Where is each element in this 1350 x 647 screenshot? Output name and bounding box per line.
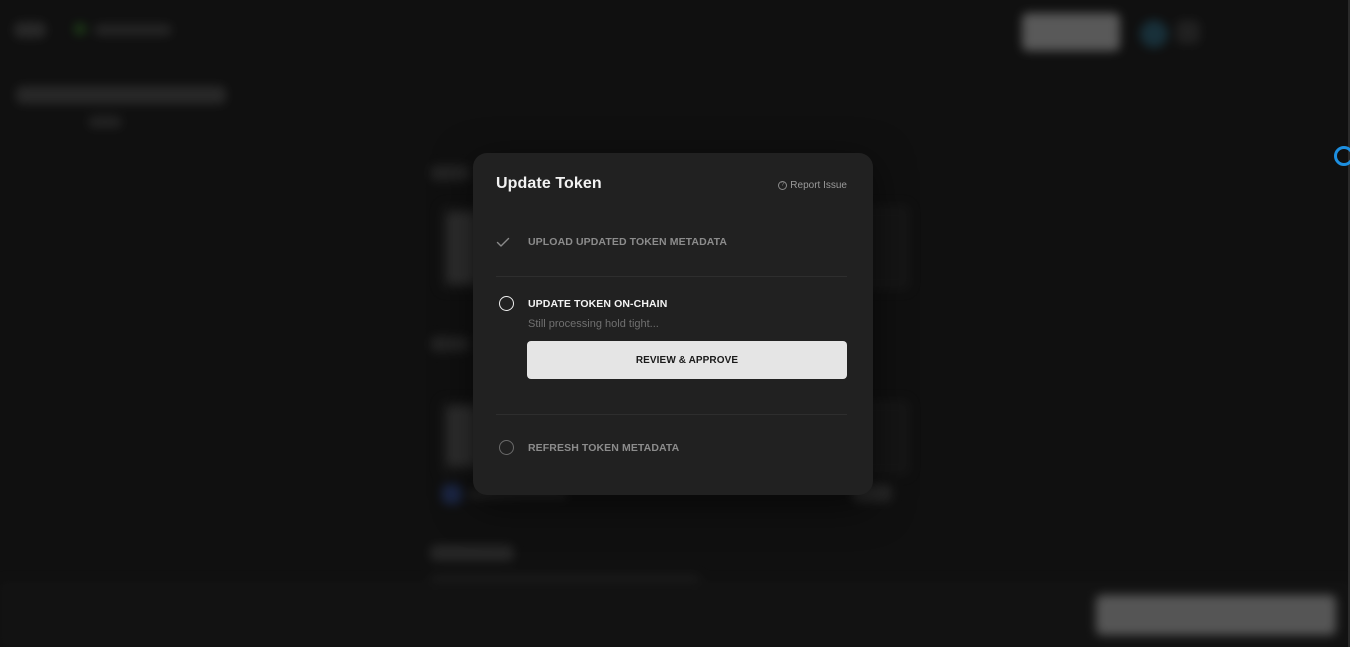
step-update-onchain: UPDATE TOKEN ON-CHAIN Still processing h… (496, 296, 847, 379)
modal-header: Update Token ? Report Issue (496, 175, 847, 193)
app-page: Update Token ? Report Issue UPLOAD UPDAT… (0, 0, 1350, 647)
checkmark-icon (496, 237, 528, 248)
question-circle-icon: ? (778, 180, 788, 190)
step-label: UPDATE TOKEN ON-CHAIN (528, 297, 668, 310)
step-upload-metadata: UPLOAD UPDATED TOKEN METADATA (496, 236, 847, 248)
step-refresh-metadata: REFRESH TOKEN METADATA (496, 440, 847, 455)
report-issue-label: Report Issue (790, 179, 847, 191)
modal-title: Update Token (496, 175, 602, 192)
report-issue-link[interactable]: ? Report Issue (778, 180, 847, 191)
loading-spinner-icon (1334, 146, 1350, 166)
circle-outline-icon (496, 440, 528, 455)
step-status-text: Still processing hold tight... (528, 318, 659, 330)
step-divider (496, 276, 847, 277)
circle-outline-icon (496, 296, 528, 311)
step-label: UPLOAD UPDATED TOKEN METADATA (528, 236, 728, 248)
update-token-modal: Update Token ? Report Issue UPLOAD UPDAT… (473, 153, 873, 495)
step-divider (496, 414, 847, 415)
review-approve-button[interactable]: REVIEW & APPROVE (527, 341, 847, 379)
step-label: REFRESH TOKEN METADATA (528, 441, 680, 454)
